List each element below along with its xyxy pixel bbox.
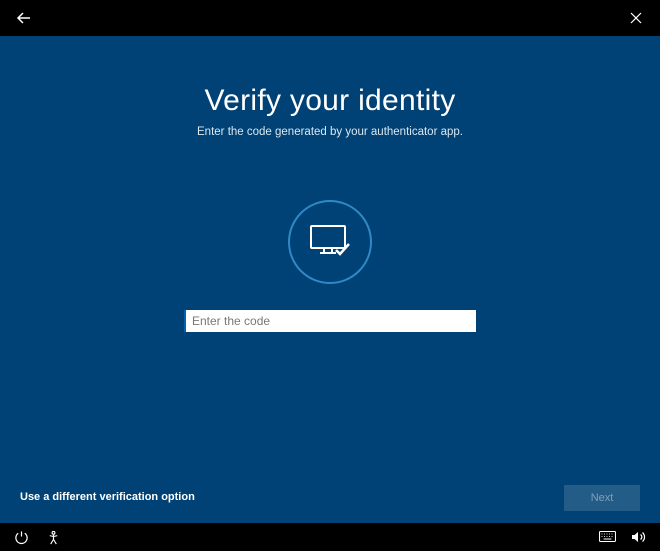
- page-subtitle: Enter the code generated by your authent…: [197, 126, 463, 138]
- main-content: Verify your identity Enter the code gene…: [0, 36, 660, 523]
- volume-icon[interactable]: [630, 528, 648, 546]
- accessibility-icon[interactable]: [44, 528, 62, 546]
- next-button[interactable]: Next: [564, 485, 640, 511]
- page-title: Verify your identity: [204, 84, 455, 118]
- close-icon[interactable]: [624, 6, 648, 30]
- monitor-check-icon: [288, 200, 372, 284]
- system-tray: [0, 523, 660, 551]
- power-icon[interactable]: [12, 528, 30, 546]
- alt-verification-link[interactable]: Use a different verification option: [20, 491, 195, 503]
- code-input[interactable]: [184, 310, 476, 332]
- keyboard-icon[interactable]: [598, 528, 616, 546]
- back-icon[interactable]: [12, 6, 36, 30]
- title-bar: [0, 0, 660, 36]
